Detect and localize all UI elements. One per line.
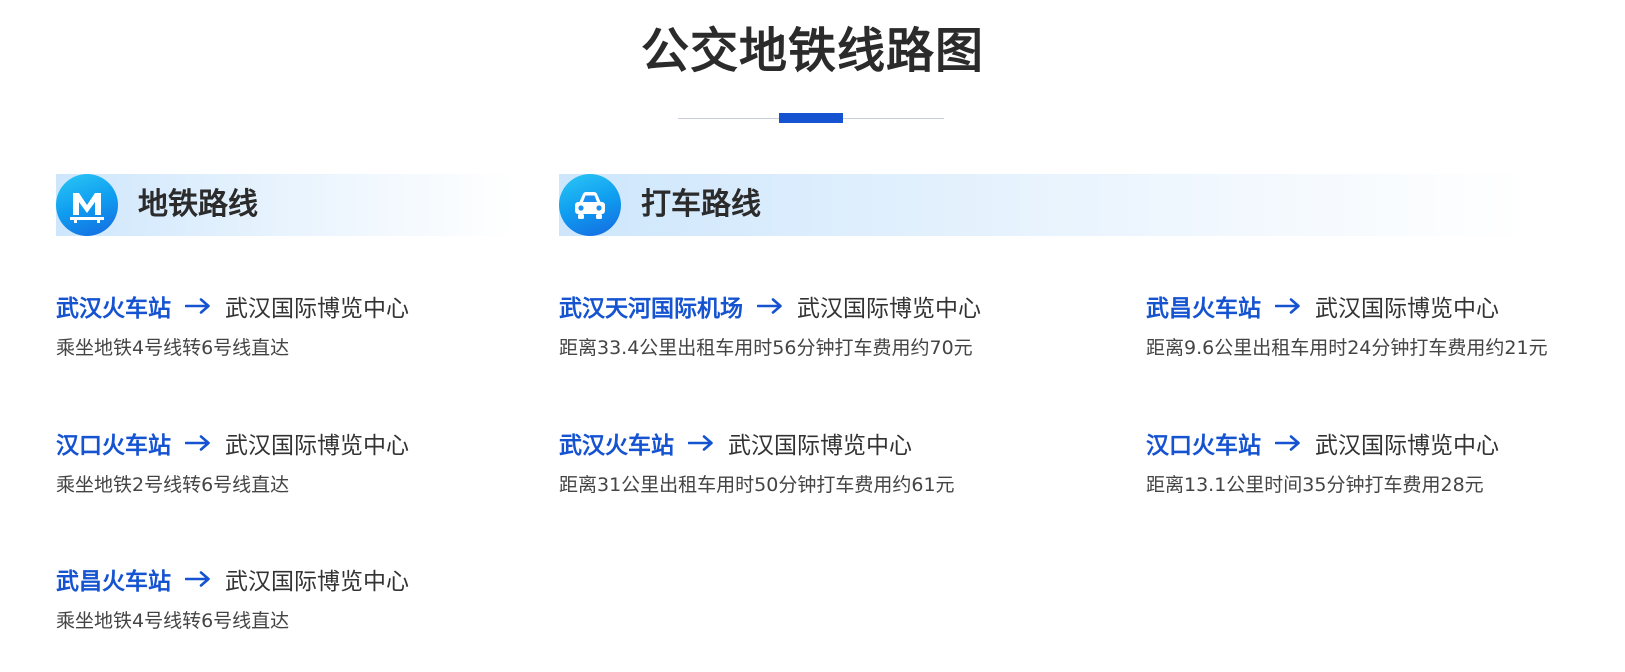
route-origin: 武汉天河国际机场 bbox=[559, 296, 743, 322]
arrow-right-icon bbox=[1275, 298, 1300, 314]
arrow-right-icon bbox=[185, 435, 210, 451]
route-destination: 武汉国际博览中心 bbox=[1315, 433, 1499, 459]
route-description: 距离31公里出租车用时50分钟打车费用约61元 bbox=[559, 474, 955, 496]
route-description: 乘坐地铁4号线转6号线直达 bbox=[56, 337, 290, 359]
route-origin: 汉口火车站 bbox=[1146, 433, 1261, 459]
taxi-route-3: 武昌火车站 武汉国际博览中心 距离9.6公里出租车用时24分钟打车费用约21元 bbox=[1146, 288, 1548, 362]
route-description: 距离9.6公里出租车用时24分钟打车费用约21元 bbox=[1146, 337, 1548, 359]
taxi-section-header: 打车路线 bbox=[559, 174, 1529, 236]
route-description: 距离33.4公里出租车用时56分钟打车费用约70元 bbox=[559, 337, 973, 359]
arrow-right-icon bbox=[185, 298, 210, 314]
taxi-section-title: 打车路线 bbox=[641, 187, 761, 222]
arrow-right-icon bbox=[757, 298, 782, 314]
arrow-right-icon bbox=[1275, 435, 1300, 451]
route-description: 乘坐地铁2号线转6号线直达 bbox=[56, 474, 290, 496]
route-origin: 武昌火车站 bbox=[1146, 296, 1261, 322]
route-destination: 武汉国际博览中心 bbox=[225, 433, 409, 459]
arrow-right-icon bbox=[688, 435, 713, 451]
taxi-route-1: 武汉天河国际机场 武汉国际博览中心 距离33.4公里出租车用时56分钟打车费用约… bbox=[559, 288, 981, 362]
arrow-right-icon bbox=[185, 571, 210, 587]
metro-route-1: 武汉火车站 武汉国际博览中心 乘坐地铁4号线转6号线直达 bbox=[56, 288, 409, 362]
route-destination: 武汉国际博览中心 bbox=[225, 569, 409, 595]
metro-section-title: 地铁路线 bbox=[138, 187, 258, 222]
route-origin: 武昌火车站 bbox=[56, 569, 171, 595]
page-title: 公交地铁线路图 bbox=[640, 23, 984, 79]
route-origin: 武汉火车站 bbox=[56, 296, 171, 322]
route-origin: 汉口火车站 bbox=[56, 433, 171, 459]
route-description: 乘坐地铁4号线转6号线直达 bbox=[56, 610, 290, 632]
metro-m-icon bbox=[56, 174, 118, 236]
route-origin: 武汉火车站 bbox=[559, 433, 674, 459]
route-destination: 武汉国际博览中心 bbox=[797, 296, 981, 322]
taxi-route-4: 汉口火车站 武汉国际博览中心 距离13.1公里时间35分钟打车费用28元 bbox=[1146, 425, 1499, 499]
metro-route-2: 汉口火车站 武汉国际博览中心 乘坐地铁2号线转6号线直达 bbox=[56, 425, 409, 499]
route-destination: 武汉国际博览中心 bbox=[225, 296, 409, 322]
metro-section-header: 地铁路线 bbox=[56, 174, 516, 236]
route-destination: 武汉国际博览中心 bbox=[728, 433, 912, 459]
car-icon bbox=[559, 174, 621, 236]
metro-route-3: 武昌火车站 武汉国际博览中心 乘坐地铁4号线转6号线直达 bbox=[56, 561, 409, 635]
route-description: 距离13.1公里时间35分钟打车费用28元 bbox=[1146, 474, 1484, 496]
title-accent-bar bbox=[779, 113, 843, 123]
taxi-route-2: 武汉火车站 武汉国际博览中心 距离31公里出租车用时50分钟打车费用约61元 bbox=[559, 425, 955, 499]
route-destination: 武汉国际博览中心 bbox=[1315, 296, 1499, 322]
